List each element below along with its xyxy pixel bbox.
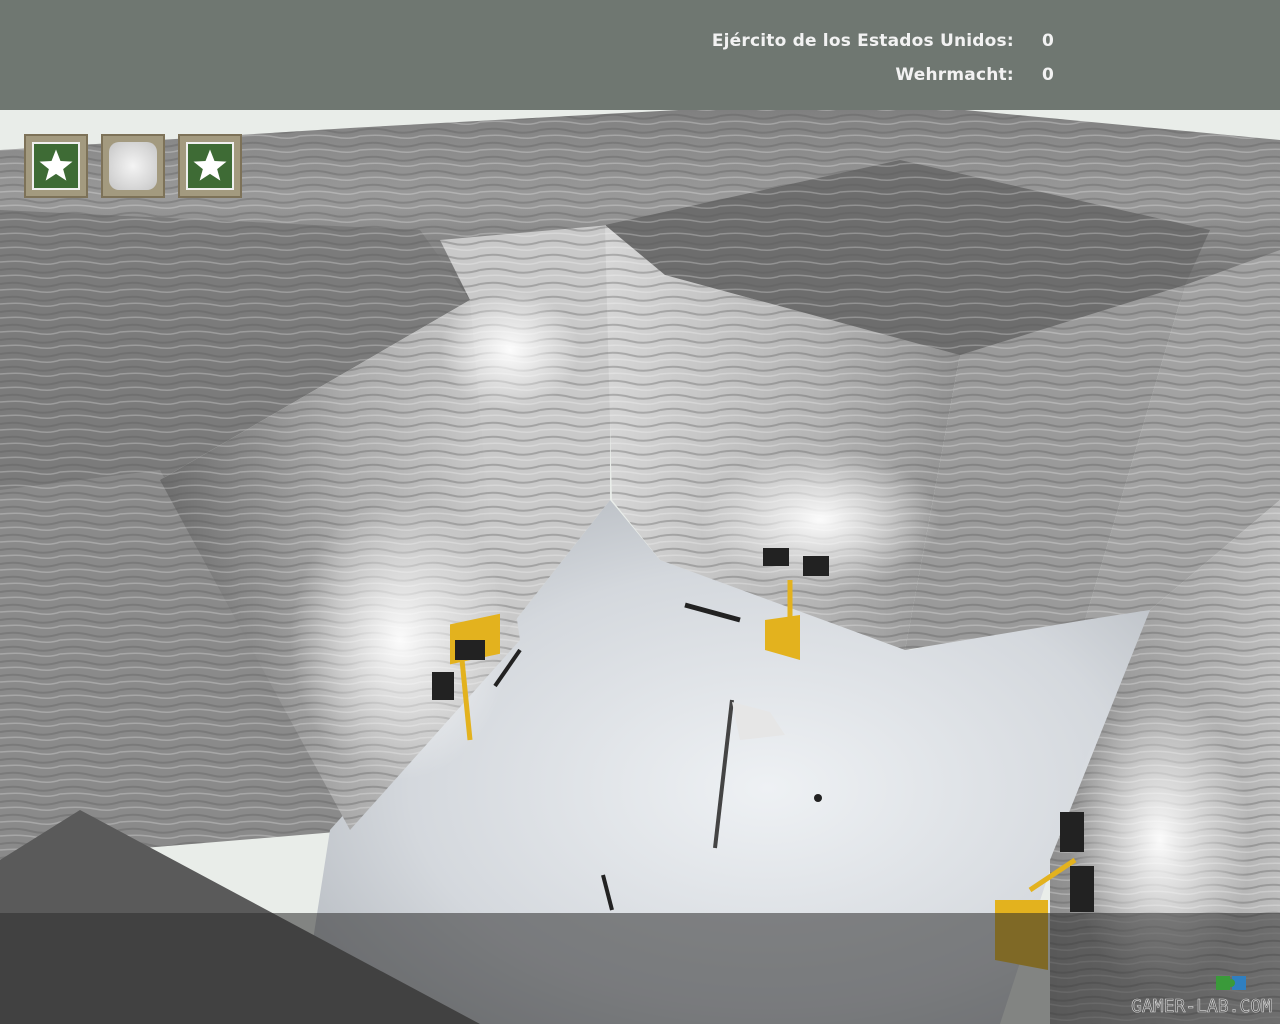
flag-slot-3 xyxy=(178,134,242,198)
team-name-us-army: Ejército de los Estados Unidos: xyxy=(711,31,1014,51)
flag-slot-2 xyxy=(101,134,165,198)
game-viewport[interactable]: Ejército de los Estados Unidos: 0 Wehrma… xyxy=(0,0,1280,1024)
puzzle-piece-icon: GAMER-LAB.COM xyxy=(1131,976,1272,1017)
star-icon xyxy=(32,142,80,190)
team-score-us-army: 0 xyxy=(1041,31,1054,51)
watermark-logo: GAMER-LAB.COM xyxy=(1124,974,1274,1018)
bottom-hud-bar xyxy=(0,913,1280,1024)
score-row-us-army: Ejército de los Estados Unidos: 0 xyxy=(712,31,1054,51)
score-row-wehrmacht: Wehrmacht: 0 xyxy=(895,65,1054,85)
svg-text:GAMER-LAB.COM: GAMER-LAB.COM xyxy=(1131,996,1272,1017)
neutral-flag-icon xyxy=(109,142,157,190)
team-score-wehrmacht: 0 xyxy=(1041,65,1054,85)
scoreboard-bar: Ejército de los Estados Unidos: 0 Wehrma… xyxy=(0,0,1280,110)
flag-slot-1 xyxy=(24,134,88,198)
star-icon xyxy=(186,142,234,190)
team-name-wehrmacht: Wehrmacht: xyxy=(895,65,1014,85)
